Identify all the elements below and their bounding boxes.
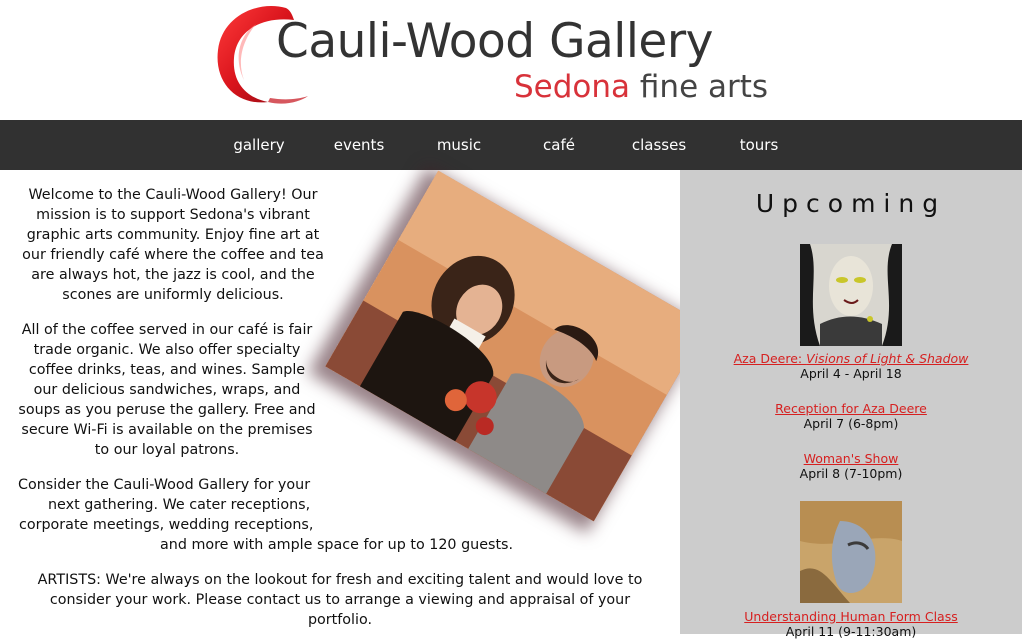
welcome-paragraph: Welcome to the Cauli-Wood Gallery! Our m… (8, 185, 338, 305)
aza-deere-artwork-thumbnail[interactable] (800, 244, 902, 346)
text-line: secure Wi-Fi is available on the premise… (21, 422, 313, 438)
nav-item-gallery[interactable]: gallery (209, 120, 309, 170)
upcoming-sidebar: Upcoming Aza Deere: Visions of Light & S… (680, 170, 1022, 639)
event-date: April 11 (9-11:30am) (785, 624, 917, 639)
event-date: April 8 (7-10pm) (799, 466, 903, 481)
site-header: Cauli-Wood Gallery Sedona fine arts (0, 0, 1022, 120)
text-line: our friendly café where the coffee and t… (22, 247, 324, 263)
nav-item-tours[interactable]: tours (709, 120, 809, 170)
events-paragraph: Consider the Cauli-Wood Gallery for your… (0, 475, 680, 555)
event-date: April 4 - April 18 (800, 366, 902, 381)
event-date: April 7 (6-8pm) (803, 416, 899, 431)
text-line: are always hot, the jazz is cool, and th… (31, 267, 315, 283)
event-link-reception[interactable]: Reception for Aza Deere (680, 401, 1022, 416)
logo-title[interactable]: Cauli-Wood Gallery (276, 18, 713, 65)
nav-item-events[interactable]: events (309, 120, 409, 170)
text-line: our delicious sandwiches, wraps, and (33, 382, 301, 398)
event-link-human-form-class[interactable]: Understanding Human Form Class (680, 609, 1022, 624)
nav-item-classes[interactable]: classes (609, 120, 709, 170)
text-line: soups as you peruse the gallery. Free an… (18, 402, 316, 418)
event-link-italic[interactable]: Visions of Light & Shadow (806, 351, 968, 366)
text-line: corporate meetings, wedding receptions, (19, 517, 314, 533)
text-line: trade organic. We also offer specialty (33, 342, 301, 358)
main-content: Welcome to the Cauli-Wood Gallery! Our m… (0, 170, 680, 634)
nav-item-music[interactable]: music (409, 120, 509, 170)
text-line: graphic arts community. Enjoy fine art a… (26, 227, 320, 243)
text-line: portfolio. (307, 612, 373, 628)
text-line: Consider the Cauli-Wood Gallery for your (18, 477, 311, 493)
text-line: and more with ample space for up to 120 … (160, 537, 514, 553)
nav-item-cafe[interactable]: café (509, 120, 609, 170)
human-form-artwork-thumbnail[interactable] (800, 501, 902, 603)
logo-subtitle-dark: fine arts (639, 69, 769, 105)
text-line: ARTISTS: We're always on the lookout for… (37, 572, 643, 588)
text-line: consider your work. Please contact us to… (49, 592, 631, 608)
text-line: to our loyal patrons. (94, 442, 240, 458)
text-line: mission is to support Sedona's vibrant (36, 207, 310, 223)
artists-paragraph: ARTISTS: We're always on the lookout for… (0, 570, 680, 630)
coffee-paragraph: All of the coffee served in our café is … (0, 320, 334, 460)
event-link-womans-show[interactable]: Woman's Show (680, 451, 1022, 466)
text-line: coffee drinks, teas, and wines. Sample (28, 362, 306, 378)
abstract-face-artwork (800, 501, 902, 603)
event-link-aza-deere[interactable]: Aza Deere: Visions of Light & Shadow (680, 351, 1022, 366)
text-line: All of the coffee served in our café is … (21, 322, 313, 338)
logo-subtitle: Sedona fine arts (514, 72, 768, 103)
text-line: scones are uniformly delicious. (62, 287, 284, 303)
portrait-artwork (800, 244, 902, 346)
text-line: next gathering. We cater receptions, (48, 497, 311, 513)
event-link-prefix[interactable]: Aza Deere: (734, 351, 807, 366)
upcoming-heading: Upcoming (755, 189, 947, 218)
main-nav: gallery events music café classes tours (0, 120, 1022, 170)
logo-subtitle-red: Sedona (514, 69, 631, 105)
text-line: Welcome to the Cauli-Wood Gallery! Our (28, 187, 318, 203)
